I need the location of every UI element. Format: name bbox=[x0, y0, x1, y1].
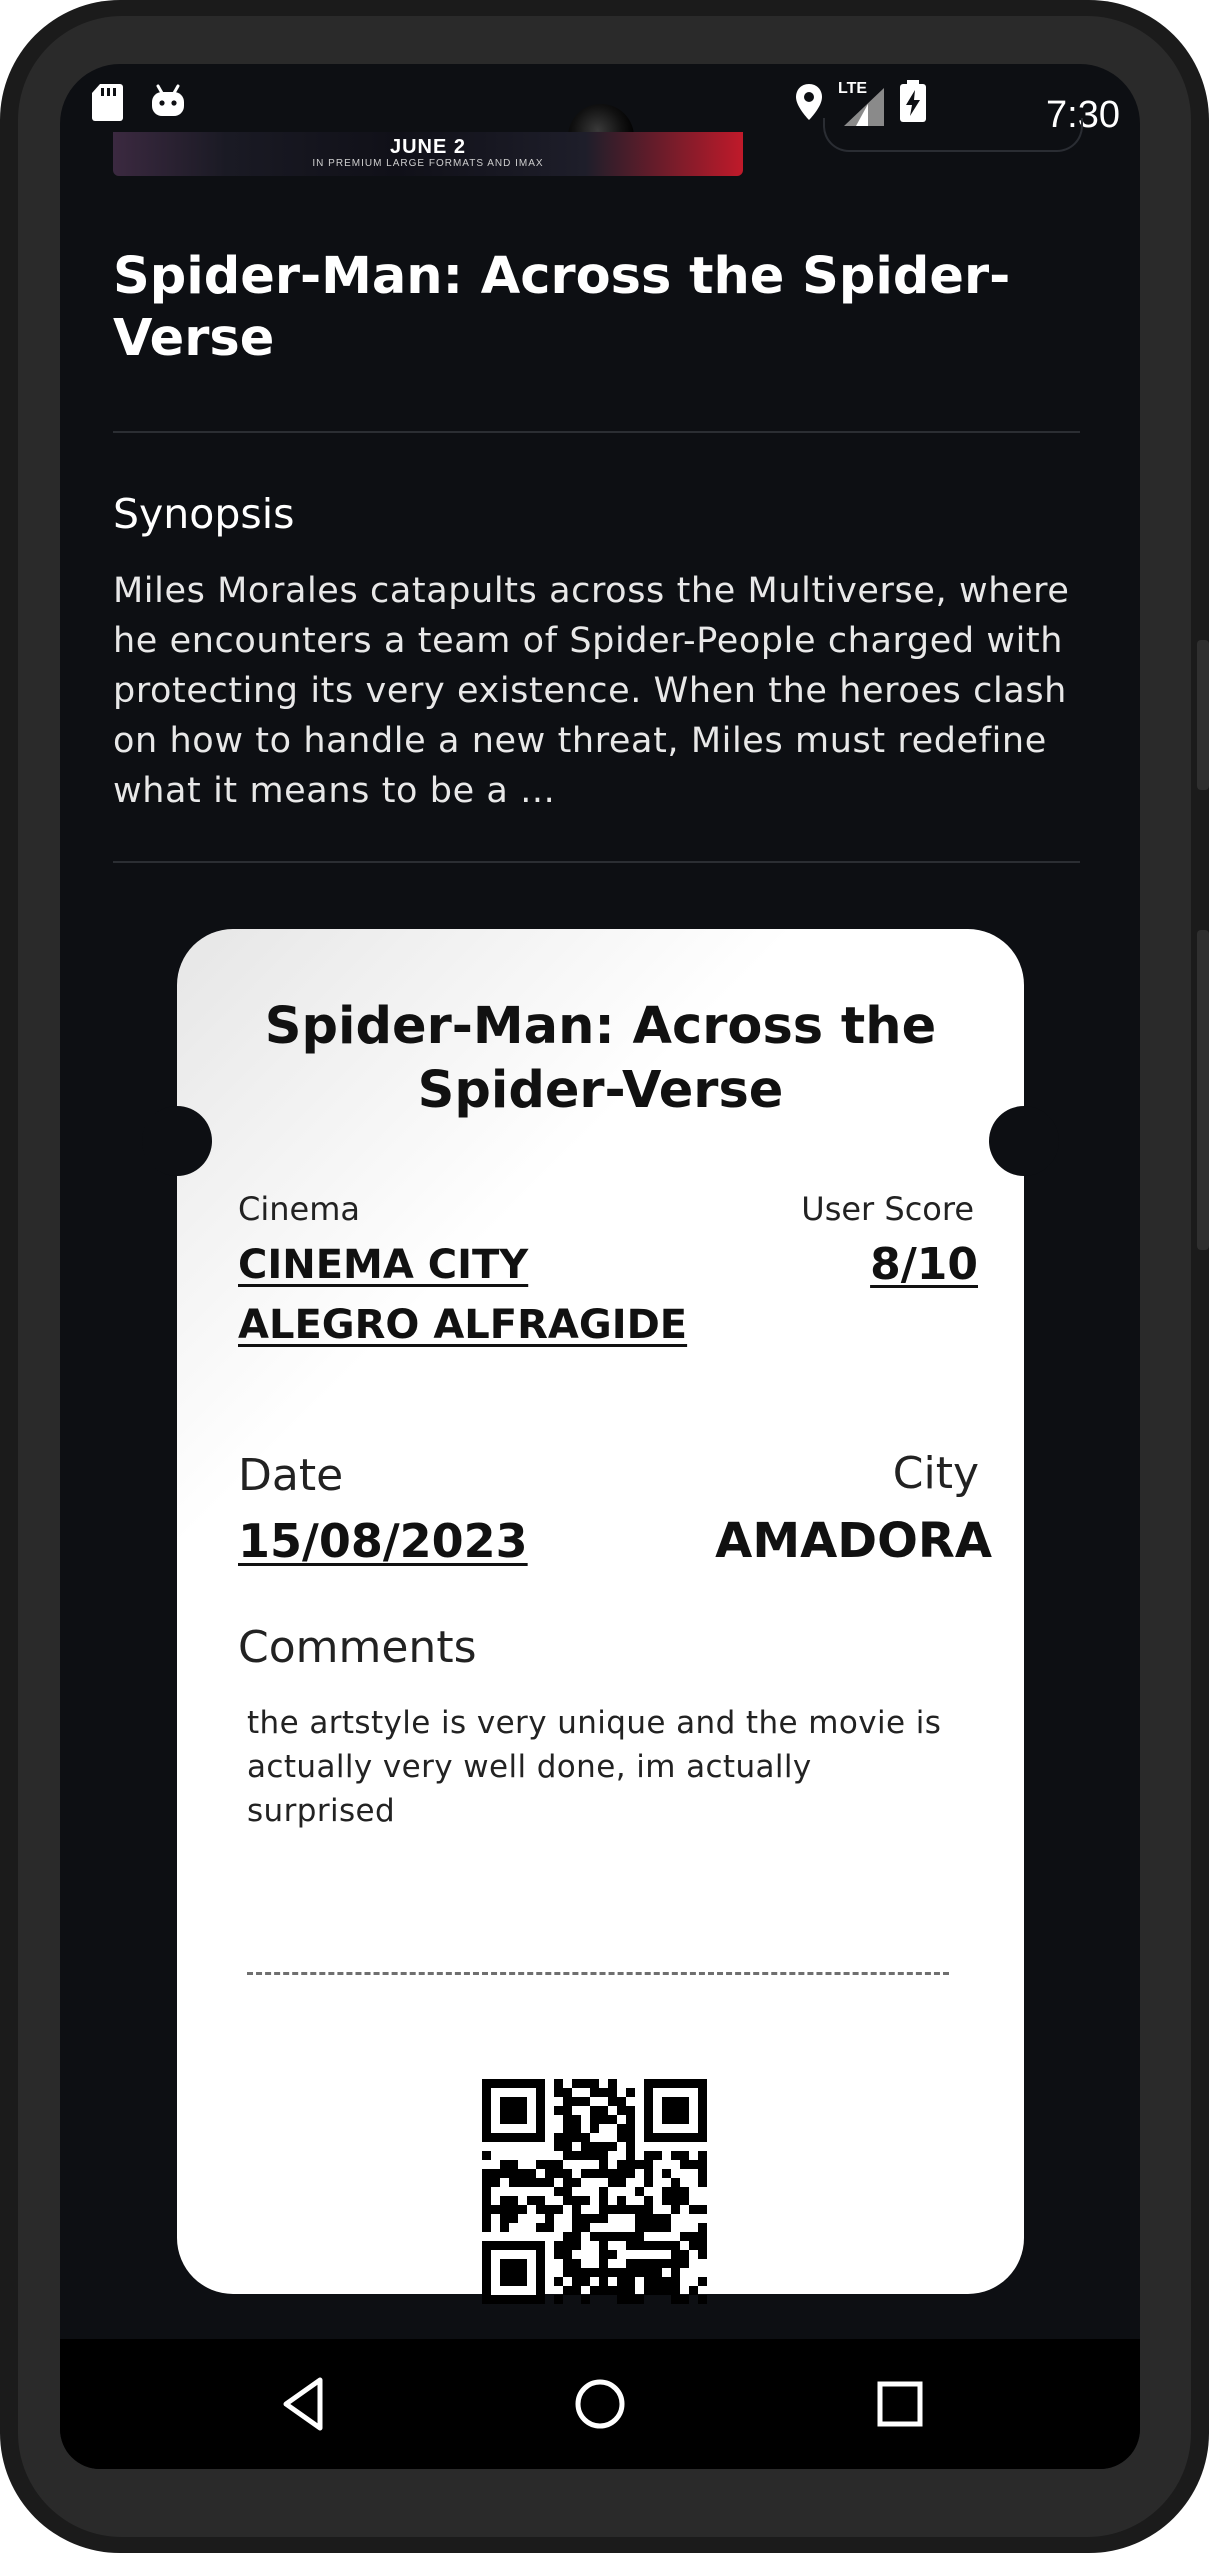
back-icon[interactable] bbox=[272, 2372, 336, 2436]
synopsis-text: Miles Morales catapults across the Multi… bbox=[113, 571, 1070, 811]
phone-frame: LTE 7:30 JUNE 2 IN PREMIUM LARGE FORMATS… bbox=[0, 0, 1209, 2553]
user-score-value: 8/10 bbox=[870, 1239, 978, 1290]
date-label: Date bbox=[238, 1450, 344, 1501]
ticket-notch-right bbox=[989, 1106, 1059, 1176]
ticket-movie-title: Spider-Man: Across the Spider-Verse bbox=[264, 997, 937, 1120]
banner-subtitle: IN PREMIUM LARGE FORMATS AND IMAX bbox=[312, 158, 544, 169]
ticket-card: Spider-Man: Across the Spider-Verse Cine… bbox=[177, 929, 1024, 2304]
location-icon bbox=[796, 84, 822, 120]
volume-button bbox=[1197, 640, 1209, 790]
sd-card-icon bbox=[92, 84, 123, 121]
navigation-bar bbox=[60, 2339, 1140, 2469]
comments-label: Comments bbox=[238, 1622, 477, 1673]
recents-icon[interactable] bbox=[868, 2372, 932, 2436]
home-icon[interactable] bbox=[568, 2372, 632, 2436]
banner-release-date: JUNE 2 bbox=[389, 136, 467, 158]
ticket-notch-left bbox=[142, 1106, 212, 1176]
ticket-perforation bbox=[247, 1972, 949, 1975]
synopsis-heading: Synopsis bbox=[113, 490, 295, 538]
cinema-value: CINEMA CITY ALEGRO ALFRAGIDE bbox=[238, 1242, 688, 1348]
divider bbox=[113, 431, 1080, 433]
city-value: AMADORA bbox=[715, 1513, 992, 1569]
cinema-label: Cinema bbox=[238, 1190, 360, 1228]
divider bbox=[113, 861, 1080, 863]
header-pill-button[interactable] bbox=[823, 118, 1083, 152]
app-screen: LTE 7:30 JUNE 2 IN PREMIUM LARGE FORMATS… bbox=[60, 64, 1140, 2469]
android-icon bbox=[152, 84, 184, 116]
user-score-label: User Score bbox=[801, 1190, 974, 1228]
movie-banner: JUNE 2 IN PREMIUM LARGE FORMATS AND IMAX bbox=[113, 132, 743, 176]
power-button bbox=[1197, 930, 1209, 1250]
qr-code bbox=[482, 2079, 707, 2304]
date-value: 15/08/2023 bbox=[238, 1514, 528, 1568]
comments-text: the artstyle is very unique and the movi… bbox=[247, 1705, 942, 1829]
city-label: City bbox=[892, 1448, 979, 1499]
movie-title: Spider-Man: Across the Spider-Verse bbox=[113, 247, 1011, 368]
